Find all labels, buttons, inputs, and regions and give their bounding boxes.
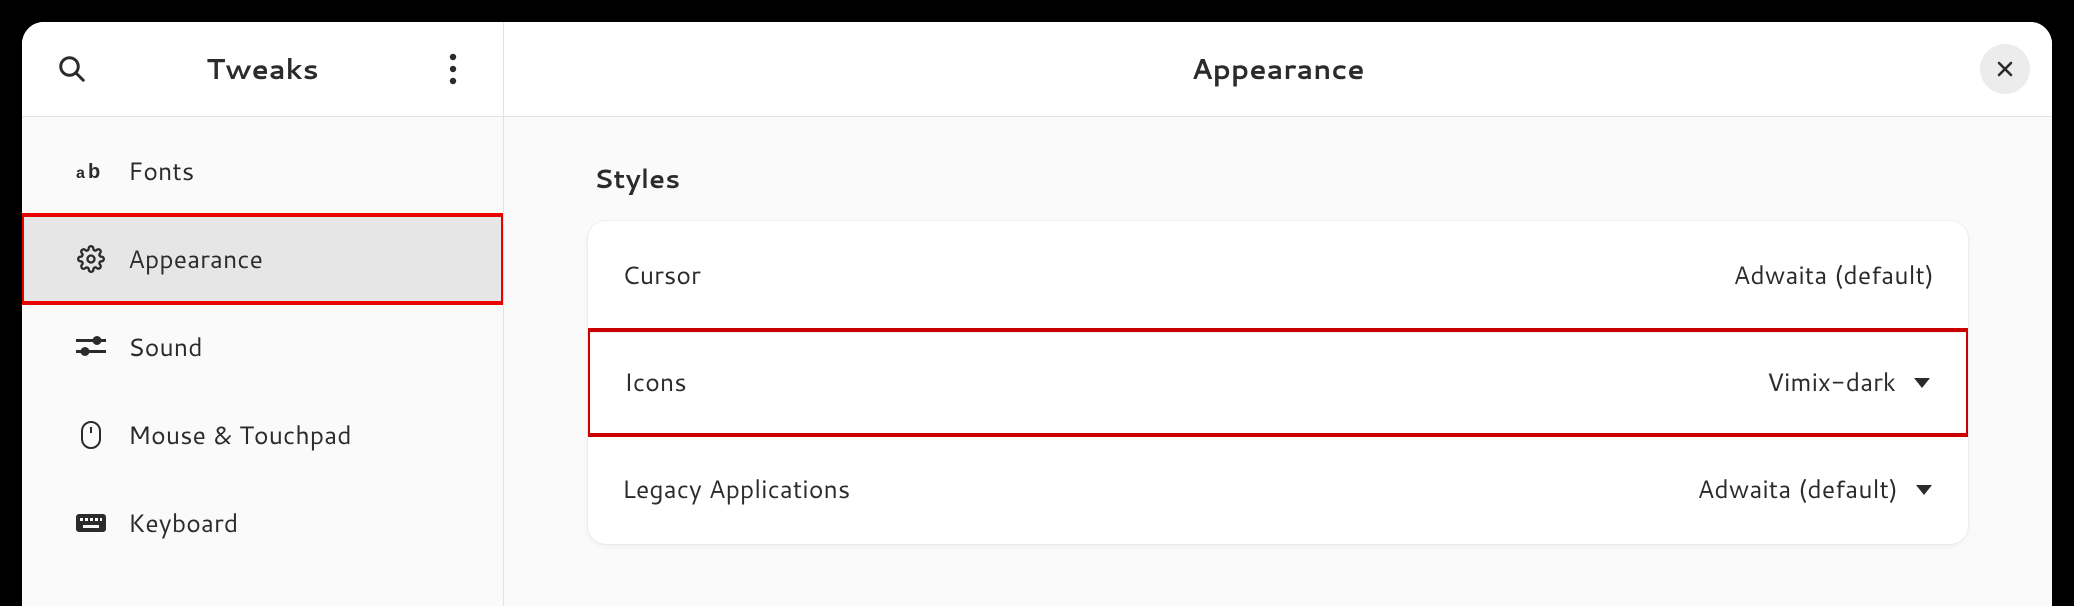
mouse-icon xyxy=(76,420,106,450)
content-area: Styles Cursor Adwaita (default) Icons Vi… xyxy=(504,117,2052,606)
row-value-group: Adwaita (default) xyxy=(1733,258,1934,293)
sidebar-item-sound[interactable]: Sound xyxy=(22,303,503,391)
search-button[interactable] xyxy=(44,41,100,97)
chevron-down-icon xyxy=(1912,376,1932,390)
sidebar-item-label: Sound xyxy=(128,330,203,365)
row-value: Adwaita (default) xyxy=(1697,472,1898,507)
svg-text:a: a xyxy=(76,165,85,182)
sidebar-item-fonts[interactable]: a b Fonts xyxy=(22,127,503,215)
styles-card: Cursor Adwaita (default) Icons Vimix-dar… xyxy=(588,221,1968,544)
row-cursor[interactable]: Cursor Adwaita (default) xyxy=(588,221,1968,330)
sidebar-title: Tweaks xyxy=(100,49,425,89)
main-header: Appearance xyxy=(504,22,2052,117)
sidebar-item-mouse-touchpad[interactable]: Mouse & Touchpad xyxy=(22,391,503,479)
sidebar-item-appearance[interactable]: Appearance xyxy=(22,215,503,303)
sidebar-item-label: Keyboard xyxy=(128,506,238,541)
search-icon xyxy=(57,54,87,84)
fonts-icon: a b xyxy=(76,160,106,182)
dropdown-icons[interactable]: Vimix-dark xyxy=(1767,365,1932,400)
keyboard-icon xyxy=(76,512,106,534)
gear-icon xyxy=(76,245,106,273)
kebab-menu-button[interactable] xyxy=(425,41,481,97)
kebab-icon xyxy=(449,53,457,85)
close-button[interactable] xyxy=(1980,44,2030,94)
sound-icon xyxy=(76,336,106,358)
row-value: Vimix-dark xyxy=(1767,365,1896,400)
dropdown-legacy-applications[interactable]: Adwaita (default) xyxy=(1697,472,1934,507)
sidebar-item-label: Mouse & Touchpad xyxy=(128,418,352,453)
row-icons[interactable]: Icons Vimix-dark xyxy=(588,328,1968,437)
chevron-down-icon xyxy=(1914,483,1934,497)
svg-text:b: b xyxy=(88,161,100,182)
page-title: Appearance xyxy=(1191,49,1364,89)
close-icon xyxy=(1995,59,2015,79)
sidebar: Tweaks a b Fonts xyxy=(22,22,504,606)
row-legacy-applications[interactable]: Legacy Applications Adwaita (default) xyxy=(588,435,1968,544)
row-label: Cursor xyxy=(622,258,701,293)
row-value: Adwaita (default) xyxy=(1733,258,1934,293)
main-panel: Appearance Styles Cursor Adwaita (defaul… xyxy=(504,22,2052,606)
sidebar-item-label: Appearance xyxy=(128,242,263,277)
sidebar-item-label: Fonts xyxy=(128,154,194,189)
tweaks-window: Tweaks a b Fonts xyxy=(22,22,2052,606)
sidebar-header: Tweaks xyxy=(22,22,503,117)
sidebar-list: a b Fonts Appearance xyxy=(22,117,503,606)
row-label: Legacy Applications xyxy=(622,472,850,507)
sidebar-item-keyboard[interactable]: Keyboard xyxy=(22,479,503,567)
section-label-styles: Styles xyxy=(594,161,1968,197)
row-label: Icons xyxy=(624,365,687,400)
